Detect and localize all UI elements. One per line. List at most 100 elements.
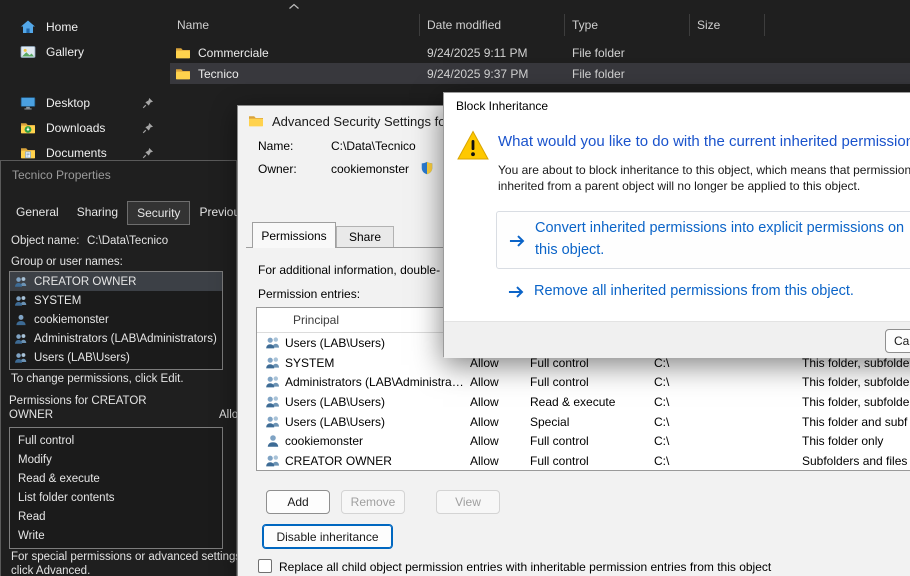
block-inheritance-titlebar[interactable]: Block Inheritance xyxy=(444,93,910,119)
desktop-icon xyxy=(20,95,36,111)
name-value: C:\Data\Tecnico xyxy=(331,139,416,153)
permission-item-modify[interactable]: Modify xyxy=(10,450,222,469)
command-link-text: this object. xyxy=(535,242,604,258)
file-date-cell: 9/24/2025 9:11 PM xyxy=(420,46,565,60)
group-user-names-label: Group or user names: xyxy=(11,256,123,268)
pin-icon xyxy=(142,97,154,109)
documents-icon xyxy=(20,145,36,161)
tab-security[interactable]: Security xyxy=(127,201,190,225)
permission-entry-row[interactable]: cookiemonster Allow Full control C:\ Thi… xyxy=(257,431,910,451)
sidebar-item-label: Desktop xyxy=(46,96,90,110)
file-date-cell: 9/24/2025 9:37 PM xyxy=(420,67,565,81)
folder-icon xyxy=(175,66,191,82)
group-user-listbox: CREATOR OWNER SYSTEM cookiemonster Admin… xyxy=(9,271,223,370)
sidebar-item-gallery[interactable]: Gallery xyxy=(0,39,166,64)
warning-icon xyxy=(456,129,490,163)
edit-hint-text: To change permissions, click Edit. xyxy=(11,373,184,385)
permission-entries-label: Permission entries: xyxy=(258,287,360,301)
column-header-type[interactable]: Type xyxy=(565,14,690,36)
permissions-for-label: Permissions for CREATOR xyxy=(9,395,147,407)
advanced-hint-text: For special permissions or advanced sett… xyxy=(11,551,244,563)
dialog-footer: Cancel xyxy=(444,321,910,358)
group-item-system[interactable]: SYSTEM xyxy=(10,291,222,310)
sort-ascending-icon xyxy=(288,3,300,10)
user-icon xyxy=(14,313,28,327)
group-icon xyxy=(14,332,28,346)
sidebar-item-downloads[interactable]: Downloads xyxy=(0,115,166,140)
permission-entry-row[interactable]: Administrators (LAB\Administrators) Allo… xyxy=(257,372,910,392)
dialog-body-text: inherited from a parent object will no l… xyxy=(498,179,860,193)
pin-icon xyxy=(142,147,154,159)
dialog-main-instruction: What would you like to do with the curre… xyxy=(498,133,910,150)
block-inheritance-title: Block Inheritance xyxy=(456,99,548,113)
folder-icon xyxy=(248,113,264,129)
advanced-hint-text: click Advanced. xyxy=(11,565,90,576)
group-icon xyxy=(265,374,281,390)
convert-permissions-command-link[interactable]: Convert inherited permissions into expli… xyxy=(496,211,910,269)
command-link-text: Convert inherited permissions into expli… xyxy=(535,220,904,236)
remove-button[interactable]: Remove xyxy=(341,490,405,514)
group-item-users[interactable]: Users (LAB\Users) xyxy=(10,348,222,367)
permission-item-full-control[interactable]: Full control xyxy=(10,431,222,450)
user-icon xyxy=(265,433,281,449)
disable-inheritance-button[interactable]: Disable inheritance xyxy=(262,524,393,549)
cancel-button[interactable]: Cancel xyxy=(885,329,910,353)
column-header-date-modified[interactable]: Date modified xyxy=(420,14,565,36)
desktop-screen: Home Gallery Desktop Downloads Documents xyxy=(0,0,910,576)
pin-icon xyxy=(142,122,154,134)
group-icon xyxy=(265,394,281,410)
permission-item-list-folder-contents[interactable]: List folder contents xyxy=(10,488,222,507)
home-icon xyxy=(20,19,36,35)
group-item-creator-owner[interactable]: CREATOR OWNER xyxy=(10,272,222,291)
file-type-cell: File folder xyxy=(565,46,690,60)
sidebar-item-label: Gallery xyxy=(46,45,84,59)
file-row-tecnico[interactable]: Tecnico 9/24/2025 9:37 PM File folder xyxy=(170,63,910,84)
group-icon xyxy=(14,351,28,365)
explorer-sidebar: Home Gallery Desktop Downloads Documents xyxy=(0,14,166,165)
tab-sharing[interactable]: Sharing xyxy=(68,201,127,225)
owner-value: cookiemonster xyxy=(331,162,409,176)
replace-permissions-label: Replace all child object permission entr… xyxy=(279,560,771,574)
owner-label: Owner: xyxy=(258,162,297,176)
object-name-label: Object name: xyxy=(11,235,79,247)
tab-permissions[interactable]: Permissions xyxy=(252,222,336,248)
file-list-header: Name Date modified Type Size xyxy=(170,14,910,36)
object-name-value: C:\Data\Tecnico xyxy=(87,235,168,247)
group-icon xyxy=(265,355,281,371)
permission-item-read[interactable]: Read xyxy=(10,507,222,526)
tab-general[interactable]: General xyxy=(7,201,68,225)
group-icon xyxy=(265,414,281,430)
group-item-administrators[interactable]: Administrators (LAB\Administrators) xyxy=(10,329,222,348)
sidebar-item-home[interactable]: Home xyxy=(0,14,166,39)
file-row-commerciale[interactable]: Commerciale 9/24/2025 9:11 PM File folde… xyxy=(170,42,910,63)
column-header-size[interactable]: Size xyxy=(690,14,765,36)
folder-icon xyxy=(175,45,191,61)
add-button[interactable]: Add xyxy=(266,490,330,514)
properties-titlebar[interactable]: Tecnico Properties xyxy=(12,168,111,182)
command-link-text: Remove all inherited permissions from th… xyxy=(534,283,854,299)
tab-share[interactable]: Share xyxy=(336,226,394,248)
view-button[interactable]: View xyxy=(436,490,500,514)
permission-item-read-execute[interactable]: Read & execute xyxy=(10,469,222,488)
column-header-name[interactable]: Name xyxy=(170,14,420,36)
permission-entry-row[interactable]: CREATOR OWNER Allow Full control C:\ Sub… xyxy=(257,451,910,471)
sidebar-item-label: Documents xyxy=(46,146,107,160)
file-type-cell: File folder xyxy=(565,67,690,81)
arrow-right-icon xyxy=(509,234,526,248)
permissions-listbox: Full control Modify Read & execute List … xyxy=(9,427,223,549)
sidebar-item-desktop[interactable]: Desktop xyxy=(0,90,166,115)
replace-permissions-checkbox[interactable] xyxy=(258,559,272,573)
dialog-body-text: You are about to block inheritance to th… xyxy=(498,163,910,177)
block-inheritance-dialog: Block Inheritance What would you like to… xyxy=(443,92,910,357)
group-icon xyxy=(14,275,28,289)
column-header-principal[interactable]: Principal xyxy=(293,313,339,327)
permission-entry-row[interactable]: Users (LAB\Users) Allow Special C:\ This… xyxy=(257,412,910,432)
file-name-cell: Commerciale xyxy=(170,45,420,61)
permissions-for-label: OWNER xyxy=(9,409,53,421)
uac-shield-icon xyxy=(420,161,434,175)
group-icon xyxy=(265,335,281,351)
permission-item-write[interactable]: Write xyxy=(10,526,222,545)
downloads-icon xyxy=(20,120,36,136)
permission-entry-row[interactable]: Users (LAB\Users) Allow Read & execute C… xyxy=(257,392,910,412)
group-item-cookiemonster[interactable]: cookiemonster xyxy=(10,310,222,329)
